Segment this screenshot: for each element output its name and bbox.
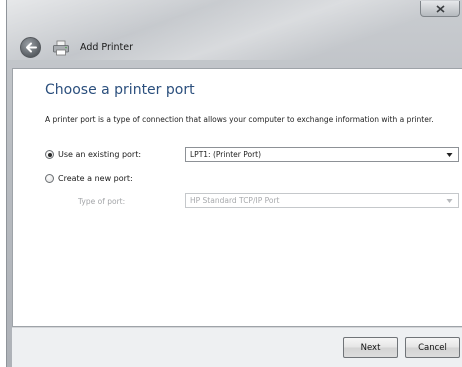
page-description: A printer port is a type of connection t… bbox=[45, 115, 434, 124]
new-port-label: Create a new port: bbox=[58, 174, 133, 183]
existing-port-value: LPT1: (Printer Port) bbox=[190, 150, 262, 159]
existing-port-option[interactable]: Use an existing port: bbox=[45, 150, 141, 159]
port-type-label: Type of port: bbox=[78, 197, 126, 206]
chevron-down-icon bbox=[446, 153, 453, 157]
chevron-down-icon bbox=[446, 199, 453, 203]
close-icon bbox=[435, 4, 445, 13]
existing-port-radio[interactable] bbox=[45, 150, 54, 159]
new-port-option[interactable]: Create a new port: bbox=[45, 174, 133, 183]
page-heading: Choose a printer port bbox=[45, 82, 195, 98]
cancel-button[interactable]: Cancel bbox=[405, 337, 460, 358]
next-button[interactable]: Next bbox=[343, 337, 398, 358]
existing-port-label: Use an existing port: bbox=[58, 150, 142, 159]
port-type-select[interactable]: HP Standard TCP/IP Port bbox=[185, 193, 459, 208]
window-title: Add Printer bbox=[80, 42, 134, 53]
back-arrow-icon bbox=[25, 42, 37, 53]
existing-port-select[interactable]: LPT1: (Printer Port) bbox=[185, 147, 459, 162]
close-button[interactable] bbox=[420, 1, 460, 17]
printer-icon bbox=[53, 40, 69, 56]
new-port-radio[interactable] bbox=[45, 174, 54, 183]
port-type-value: HP Standard TCP/IP Port bbox=[190, 196, 280, 205]
back-button[interactable] bbox=[20, 37, 41, 58]
